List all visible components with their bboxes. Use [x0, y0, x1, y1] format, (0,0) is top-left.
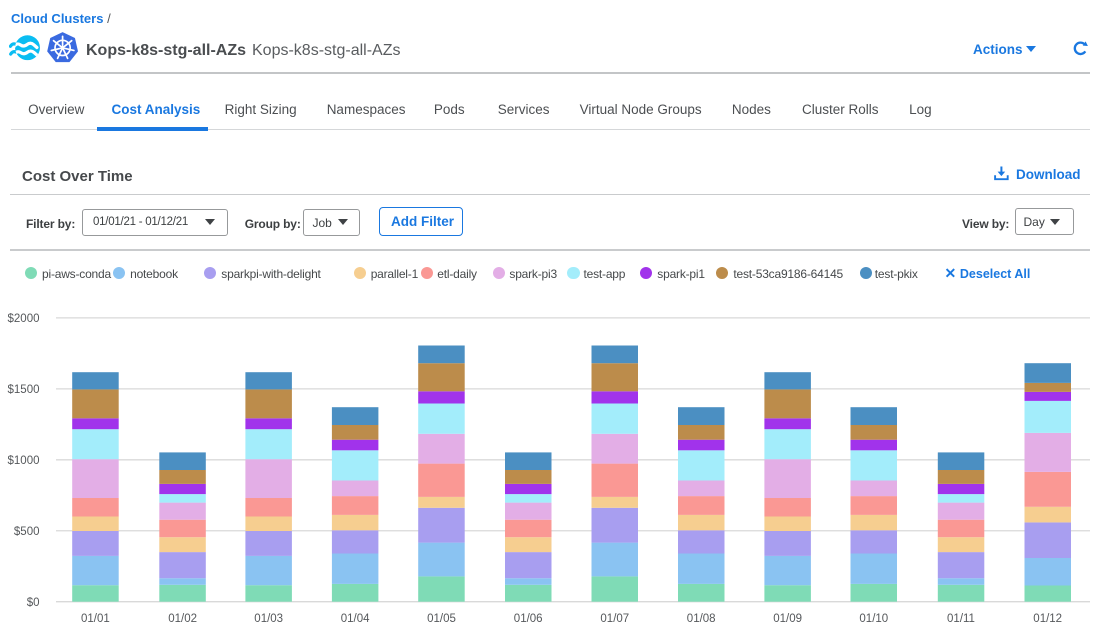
svg-text:01/11: 01/11	[947, 613, 975, 625]
svg-text:01/12: 01/12	[1033, 613, 1062, 625]
svg-text:01/02: 01/02	[168, 613, 197, 625]
svg-text:01/01: 01/01	[81, 613, 110, 625]
svg-text:01/06: 01/06	[514, 613, 543, 625]
svg-text:$500: $500	[14, 526, 40, 538]
svg-text:01/05: 01/05	[427, 613, 456, 625]
svg-text:01/08: 01/08	[687, 613, 716, 625]
svg-text:01/07: 01/07	[600, 613, 629, 625]
svg-text:$2000: $2000	[8, 313, 40, 325]
svg-text:$0: $0	[27, 597, 40, 609]
svg-text:01/03: 01/03	[254, 613, 283, 625]
svg-text:01/10: 01/10	[859, 613, 888, 625]
svg-text:$1500: $1500	[8, 384, 40, 396]
svg-text:01/09: 01/09	[773, 613, 802, 625]
svg-text:$1000: $1000	[8, 455, 40, 467]
svg-text:01/04: 01/04	[341, 613, 370, 625]
